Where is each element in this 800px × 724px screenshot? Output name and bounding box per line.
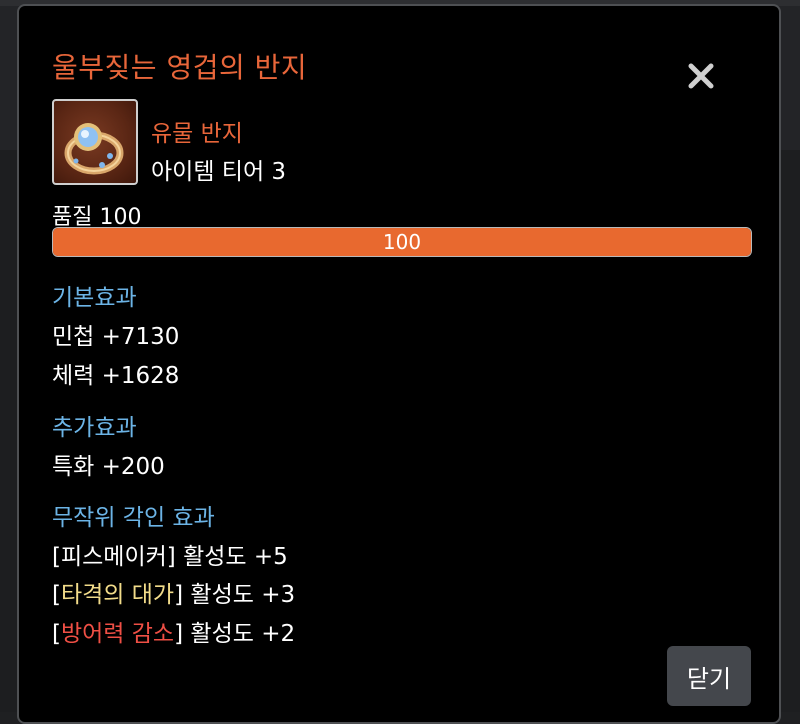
close-icon-button[interactable] [679,54,723,98]
engraving-line-defense-reduction: [방어력 감소] 활성도 +2 [52,614,295,648]
engraving-line-peacemaker: [피스메이커] 활성도 +5 [52,537,288,571]
random-engraving-heading: 무작위 각인 효과 [52,505,215,531]
bracket-close: ] [174,582,184,608]
engraving-activation: 활성도 +2 [183,621,296,647]
bracket-open: [ [52,544,61,570]
quality-bar: 100 [52,227,752,257]
bracket-open: [ [52,621,61,647]
close-button[interactable]: 닫기 [667,646,751,706]
basic-effect-heading: 기본효과 [52,285,137,311]
additional-effect-heading: 추가효과 [52,415,137,441]
item-name: 울부짖는 영겁의 반지 [52,51,308,84]
engraving-name: 피스메이커 [60,544,167,570]
ring-icon [52,99,138,185]
close-icon [688,63,714,89]
bracket-open: [ [52,582,61,608]
item-grade: 유물 반지 [151,121,243,147]
engraving-activation: 활성도 +3 [183,582,296,608]
engraving-name: 방어력 감소 [60,621,175,647]
item-tier: 아이템 티어 3 [151,159,287,185]
additional-effect-line: 특화 +200 [52,454,165,480]
engraving-name: 타격의 대가 [60,582,175,608]
bracket-close: ] [174,621,184,647]
quality-bar-value: 100 [382,230,422,254]
item-tooltip-modal: 울부짖는 영겁의 반지 유물 반지 아이템 티어 3 품질 100 100 기본… [17,4,781,724]
basic-effect-line: 민첩 +7130 [52,324,180,350]
engraving-activation: 활성도 +5 [175,544,288,570]
bracket-close: ] [166,544,176,570]
engraving-line-master-brawler: [타격의 대가] 활성도 +3 [52,575,295,609]
basic-effect-line: 체력 +1628 [52,363,180,389]
